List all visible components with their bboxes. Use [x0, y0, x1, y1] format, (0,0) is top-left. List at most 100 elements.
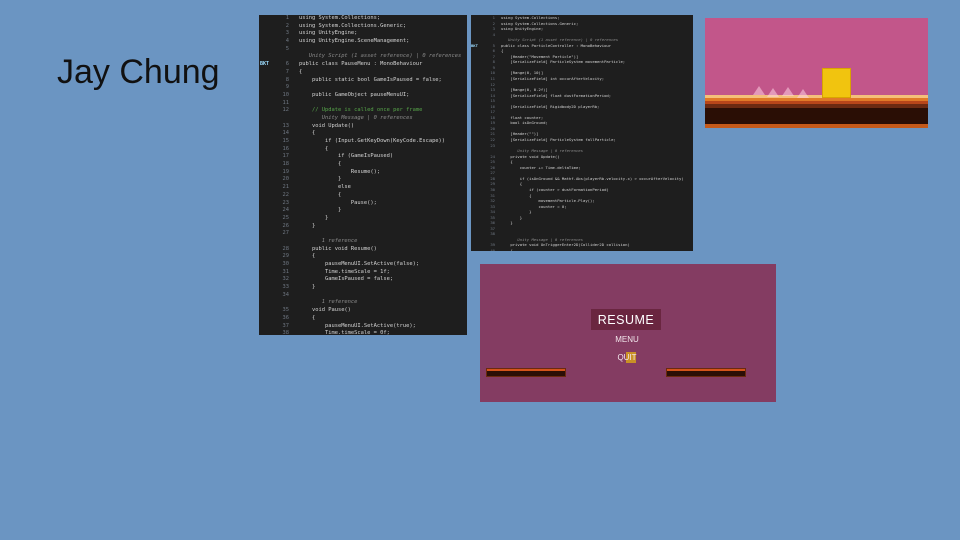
code-screenshot-particle-controller: 1 using System.Collections; 2 using System.…: [471, 15, 693, 251]
code-line: 5: [259, 46, 467, 54]
line-number: 6: [285, 61, 289, 68]
code-line: 17 if (GameIsPaused): [259, 153, 467, 161]
dust-particle: [767, 88, 779, 97]
line-number: 10: [282, 91, 290, 98]
line-number: 37: [282, 322, 290, 329]
code-line: 30 pauseMenuUI.SetActive(false);: [259, 261, 467, 269]
code-text: {: [299, 191, 342, 198]
code-line: 35 void Pause(): [259, 307, 467, 315]
code-line: BKT 6 public class PauseMenu : MonoBehavio…: [259, 61, 467, 69]
code-text: }: [299, 207, 342, 214]
code-line: 29 {: [259, 253, 467, 261]
code-text: using System.Collections.Generic;: [299, 22, 407, 29]
code-text: public GameObject pauseMenuUI;: [299, 91, 410, 98]
code-text: public class PauseMenu : MonoBehaviour: [299, 61, 423, 68]
line-number: 3: [285, 30, 289, 37]
line-number: 4: [285, 38, 289, 45]
code-text: using UnityEngine.SceneManagement;: [299, 38, 410, 45]
code-text: {: [299, 161, 342, 168]
code-line: 22 {: [259, 192, 467, 200]
code-line: 16 {: [259, 146, 467, 154]
code-line: Unity Message | 0 references: [259, 115, 467, 123]
code-text: {: [501, 247, 513, 251]
code-line: 21 else: [259, 184, 467, 192]
slide-title: Jay Chung: [57, 53, 220, 91]
code-text: using System.Collections;: [299, 15, 381, 21]
code-text: GameIsPaused = false;: [299, 276, 394, 283]
code-text: {: [299, 253, 316, 260]
code-text: }: [299, 222, 316, 229]
line-number: 24: [282, 207, 290, 214]
code-line: 23 Pause();: [259, 200, 467, 208]
dust-particle: [797, 89, 809, 98]
code-line: 33 }: [259, 284, 467, 292]
code-line: 10 public GameObject pauseMenuUI;: [259, 92, 467, 100]
code-text: Resume();: [299, 168, 381, 175]
code-text: {: [299, 145, 329, 152]
code-line: 1 reference: [259, 299, 467, 307]
menu-button[interactable]: MENU: [610, 335, 644, 344]
code-text: }: [299, 284, 316, 291]
code-screenshot-pause-menu: 1 using System.Collections; 2 using System.…: [259, 15, 467, 335]
platform-left: [486, 368, 566, 377]
code-line: 20 }: [259, 176, 467, 184]
line-number: 16: [282, 145, 290, 152]
code-line: 1 reference: [259, 238, 467, 246]
line-number: 25: [282, 214, 290, 221]
code-line: 37 pauseMenuUI.SetActive(true);: [259, 323, 467, 331]
dust-particle: [782, 87, 794, 96]
codelens-text: Unity Message | 0 references: [299, 114, 413, 121]
line-number: 40: [490, 247, 495, 251]
line-number: 19: [282, 168, 290, 175]
dust-particle: [753, 86, 765, 95]
line-number: 22: [282, 191, 290, 198]
ground-bottom-stripe: [705, 124, 928, 128]
line-number: 23: [282, 199, 290, 206]
code-text: Time.timeScale = 0f;: [299, 330, 390, 335]
line-number: 5: [285, 45, 289, 52]
code-line: 34: [259, 292, 467, 300]
code-line: 18 {: [259, 161, 467, 169]
line-number: 8: [285, 76, 289, 83]
line-number: 32: [282, 276, 290, 283]
code-line: 38 Time.timeScale = 0f;: [259, 330, 467, 335]
platform-right: [666, 368, 746, 377]
code-text: Pause();: [299, 199, 377, 206]
line-number: 1: [285, 15, 289, 21]
code-line: 31 Time.timeScale = 1f;: [259, 269, 467, 277]
line-number: 2: [285, 22, 289, 29]
line-number: 18: [282, 161, 290, 168]
line-number: 17: [282, 153, 290, 160]
line-number: 7: [285, 68, 289, 75]
line-number: 28: [282, 245, 290, 252]
code-line: 25 }: [259, 215, 467, 223]
line-number: 30: [282, 261, 290, 267]
code-line: 27: [259, 230, 467, 238]
code-text: void Pause(): [299, 307, 351, 314]
resume-button[interactable]: RESUME: [591, 309, 661, 330]
code-line: 7{: [259, 69, 467, 77]
line-number: 12: [282, 107, 290, 114]
code-text: void Update(): [299, 122, 355, 129]
codelens-text: 1 reference: [299, 299, 358, 306]
codelens-text: 1 reference: [299, 237, 358, 244]
codelens-text: Unity Script (1 asset reference) | 0 ref…: [299, 53, 462, 60]
code-line: 4 using UnityEngine.SceneManagement;: [259, 38, 467, 46]
code-line: Unity Script (1 asset reference) | 0 ref…: [259, 53, 467, 61]
quit-button[interactable]: QUIT: [610, 353, 644, 362]
line-number: 20: [282, 176, 290, 183]
code-text: {: [299, 314, 316, 321]
code-text: pauseMenuUI.SetActive(true);: [299, 322, 416, 329]
code-text: }: [299, 214, 329, 221]
code-line: 3 using UnityEngine;: [259, 30, 467, 38]
code-line: 11: [259, 100, 467, 108]
code-line: 8 public static bool GameIsPaused = fals…: [259, 77, 467, 85]
line-number: 31: [282, 268, 290, 275]
line-number: 9: [285, 84, 289, 91]
code-line: 9: [259, 84, 467, 92]
line-number: 33: [282, 284, 290, 291]
code-text: public static bool GameIsPaused = false;: [299, 76, 442, 83]
code-line: 24 }: [259, 207, 467, 215]
line-number: 15: [282, 138, 290, 144]
line-number: 11: [282, 99, 290, 106]
